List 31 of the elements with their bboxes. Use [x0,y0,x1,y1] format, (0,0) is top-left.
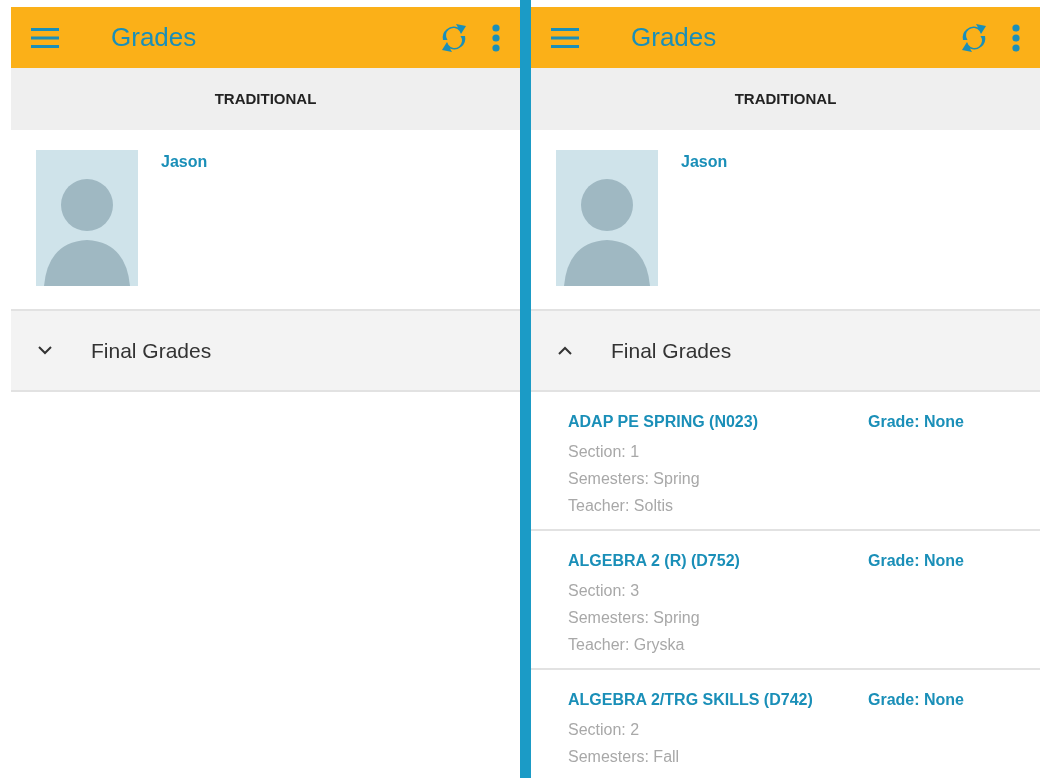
final-grades-header[interactable]: Final Grades [11,311,520,392]
student-name: Jason [161,152,208,172]
app-title: Grades [111,21,197,54]
course-detail: Teacher: Gryska [568,635,686,655]
section-title: Final Grades [91,337,212,364]
traditional-tab[interactable]: TRADITIONAL [734,87,837,111]
menu-icon[interactable] [31,27,59,48]
course-detail: Semesters: Spring [568,469,701,489]
course-detail: Section: 2 [568,720,641,740]
course-detail: Semesters: Spring [568,608,701,628]
course-detail: Section: 3 [568,581,641,601]
course-detail: Section: 1 [568,442,641,462]
student-name: Jason [681,152,728,172]
more-options-icon[interactable] [1012,23,1020,52]
section-title: Final Grades [611,337,732,364]
course-name: ADAP PE SPRING (N023) [568,412,759,432]
course-name: ALGEBRA 2/TRG SKILLS (D742) [568,690,814,710]
course-row[interactable]: ADAP PE SPRING (N023) Grade: None Section: 1 Semesters: Spring Teacher: Soltis [531,392,1040,531]
more-options-icon[interactable] [492,23,500,52]
course-name: ALGEBRA 2 (R) (D752) [568,551,741,571]
course-detail: Semesters: Fall [568,747,681,767]
app-title: Grades [631,21,717,54]
course-row[interactable]: ALGEBRA 2 (R) (D752) Grade: None Section: 3 Semesters: Spring Teacher: Gryska [531,531,1040,670]
menu-icon[interactable] [551,27,579,48]
course-grade: Grade: None [868,412,964,432]
final-grades-header[interactable]: Final Grades [531,311,1040,392]
course-detail: Teacher: Soltis [568,496,674,516]
course-grade: Grade: None [868,551,964,571]
traditional-tab[interactable]: TRADITIONAL [214,87,317,111]
course-grade: Grade: None [868,690,964,710]
course-row[interactable]: ALGEBRA 2/TRG SKILLS (D742) Grade: None Section: 2 Semesters: Fall [531,670,1040,778]
